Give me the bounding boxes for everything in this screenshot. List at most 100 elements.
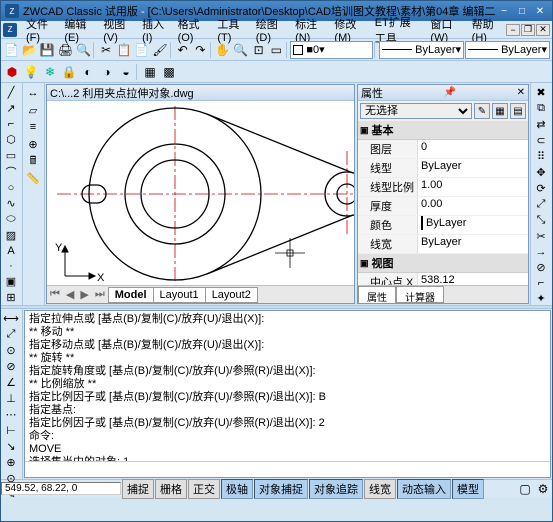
calc-icon[interactable]: 🖩 <box>24 153 42 169</box>
explode-icon[interactable]: ✦ <box>532 291 550 306</box>
open-icon[interactable]: 📂 <box>21 41 38 59</box>
point-icon[interactable]: · <box>2 259 20 273</box>
undo-icon[interactable]: ↶ <box>174 41 191 59</box>
pan-icon[interactable]: ✋ <box>214 41 231 59</box>
tab-prev-icon[interactable]: ◀ <box>63 288 77 301</box>
freeze-icon[interactable]: ❄ <box>41 63 59 81</box>
dimali-icon[interactable]: ⤢ <box>2 327 20 342</box>
dimang-icon[interactable]: ∠ <box>2 375 20 390</box>
save-icon[interactable]: 💾 <box>39 41 56 59</box>
polygon-icon[interactable]: ⬡ <box>2 132 20 147</box>
layer-selector[interactable]: ■ 0 ▾ <box>290 41 373 59</box>
zoomext-icon[interactable]: ⊡ <box>250 41 267 59</box>
sb-lwt[interactable]: 线宽 <box>364 479 396 499</box>
block-icon[interactable]: ▣ <box>2 274 20 289</box>
copy2-icon[interactable]: ⧉ <box>532 101 550 116</box>
linetype-selector[interactable]: ByLayer ▾ <box>379 41 464 59</box>
tab-first-icon[interactable]: ⏮ <box>47 288 63 301</box>
light-icon[interactable]: 💡 <box>22 63 40 81</box>
trim-icon[interactable]: ✂ <box>532 229 550 244</box>
proptab-properties[interactable]: 属性 <box>358 286 396 303</box>
rect-icon[interactable]: ▭ <box>2 148 20 163</box>
sb-snap[interactable]: 捕捉 <box>122 479 154 499</box>
mdi-restore[interactable]: ❐ <box>521 24 535 36</box>
dimrad-icon[interactable]: ⊙ <box>2 343 20 358</box>
maximize-button[interactable]: □ <box>514 4 530 18</box>
quickselect-icon[interactable]: ✎ <box>474 103 490 119</box>
sb-tool-icon[interactable]: ⚙ <box>534 480 552 498</box>
meas-icon[interactable]: 📏 <box>24 170 42 186</box>
prop-ltype-value[interactable]: ByLayer <box>418 159 528 177</box>
new-icon[interactable]: 📄 <box>3 41 20 59</box>
fillet-icon[interactable]: ⌐ <box>532 276 550 290</box>
stretch-icon[interactable]: ⤡ <box>532 213 550 228</box>
cat-view[interactable]: 视图 <box>358 254 528 273</box>
cat-basic[interactable]: 基本 <box>358 121 528 140</box>
pin-icon[interactable]: 📌 <box>444 87 456 98</box>
break-icon[interactable]: ⊘ <box>532 260 550 275</box>
dist-icon[interactable]: ↔ <box>24 85 42 101</box>
selection-dropdown[interactable]: 无选择 <box>360 103 472 119</box>
sb-clean-icon[interactable]: ▢ <box>516 480 534 498</box>
layeriso-icon[interactable]: ◑ <box>98 63 116 81</box>
pline-icon[interactable]: ⌐ <box>2 117 20 131</box>
move-icon[interactable]: ✥ <box>532 165 550 180</box>
preview-icon[interactable]: 🔍 <box>75 41 92 59</box>
sb-osnap[interactable]: 对象捕捉 <box>254 479 308 499</box>
panel-close-icon[interactable]: ✕ <box>517 87 525 98</box>
lineweight-selector[interactable]: ByLayer ▾ <box>465 41 550 59</box>
sb-grid[interactable]: 栅格 <box>155 479 187 499</box>
sb-dyn[interactable]: 动态输入 <box>397 479 451 499</box>
zoom-icon[interactable]: 🔍 <box>232 41 249 59</box>
dimcont-icon[interactable]: ⋯ <box>2 407 20 422</box>
layermgr-icon[interactable]: ⬢ <box>3 63 21 81</box>
prop-cx-value[interactable]: 538.12 <box>418 273 528 285</box>
tab-last-icon[interactable]: ⏭ <box>92 288 108 301</box>
layerwalk-icon[interactable]: ◒ <box>117 63 135 81</box>
zoomwin-icon[interactable]: ▭ <box>268 41 285 59</box>
print-icon[interactable]: 🖨 <box>57 41 74 59</box>
proptab-calc[interactable]: 计算器 <box>396 286 444 303</box>
scale-icon[interactable]: ⤢ <box>532 197 550 212</box>
array-icon[interactable]: ⠿ <box>532 149 550 164</box>
sb-polar[interactable]: 极轴 <box>221 479 253 499</box>
offset-icon[interactable]: ⊂ <box>532 133 550 148</box>
dimlin-icon[interactable]: ⟷ <box>2 311 20 326</box>
erase-icon[interactable]: ✖ <box>532 85 550 100</box>
mdi-minimize[interactable]: − <box>506 24 520 36</box>
rotate-icon[interactable]: ⟳ <box>532 181 550 196</box>
tab-model[interactable]: Model <box>108 287 154 303</box>
circle-icon[interactable]: ○ <box>2 181 20 195</box>
copy-icon[interactable]: 📋 <box>115 41 132 59</box>
arc-icon[interactable]: ⌒ <box>2 164 20 180</box>
tab-layout2[interactable]: Layout2 <box>205 287 258 303</box>
more1-icon[interactable]: ▦ <box>141 63 159 81</box>
close-button[interactable]: ✕ <box>532 4 548 18</box>
layeroff-icon[interactable]: ◐ <box>79 63 97 81</box>
spline-icon[interactable]: ∿ <box>2 196 20 211</box>
prop-lweight-value[interactable]: ByLayer <box>418 235 528 253</box>
id-icon[interactable]: ⊕ <box>24 136 42 152</box>
selectobj-icon[interactable]: ▤ <box>510 103 526 119</box>
coord-readout[interactable]: 549.52, 68.22, 0 <box>1 482 121 495</box>
command-history[interactable]: 指定拉伸点或 [基点(B)/复制(C)/放弃(U)/退出(X)]: ** 移动 … <box>25 311 550 461</box>
hatch-icon[interactable]: ▨ <box>2 228 20 243</box>
pickadd-icon[interactable]: ▦ <box>492 103 508 119</box>
dimbase-icon[interactable]: ⊢ <box>2 423 20 438</box>
redo-icon[interactable]: ↷ <box>192 41 209 59</box>
dimord-icon[interactable]: ⊥ <box>2 391 20 406</box>
tol-icon[interactable]: ⊕ <box>2 455 20 470</box>
cut-icon[interactable]: ✂ <box>98 41 115 59</box>
prop-layer-value[interactable]: 0 <box>418 140 528 158</box>
matchprop-icon[interactable]: 🖌 <box>151 41 168 59</box>
ellipse-icon[interactable]: ⬭ <box>2 212 20 227</box>
command-input[interactable] <box>25 461 550 477</box>
drawing-canvas[interactable]: Y X <box>47 101 354 285</box>
mirror-icon[interactable]: ⇄ <box>532 117 550 132</box>
area-icon[interactable]: ▱ <box>24 102 42 118</box>
xline-icon[interactable]: ↗ <box>2 101 20 116</box>
sb-ortho[interactable]: 正交 <box>188 479 220 499</box>
dimdia-icon[interactable]: ⊘ <box>2 359 20 374</box>
mdi-close[interactable]: ✕ <box>536 24 550 36</box>
leader-icon[interactable]: ↘ <box>2 439 20 454</box>
